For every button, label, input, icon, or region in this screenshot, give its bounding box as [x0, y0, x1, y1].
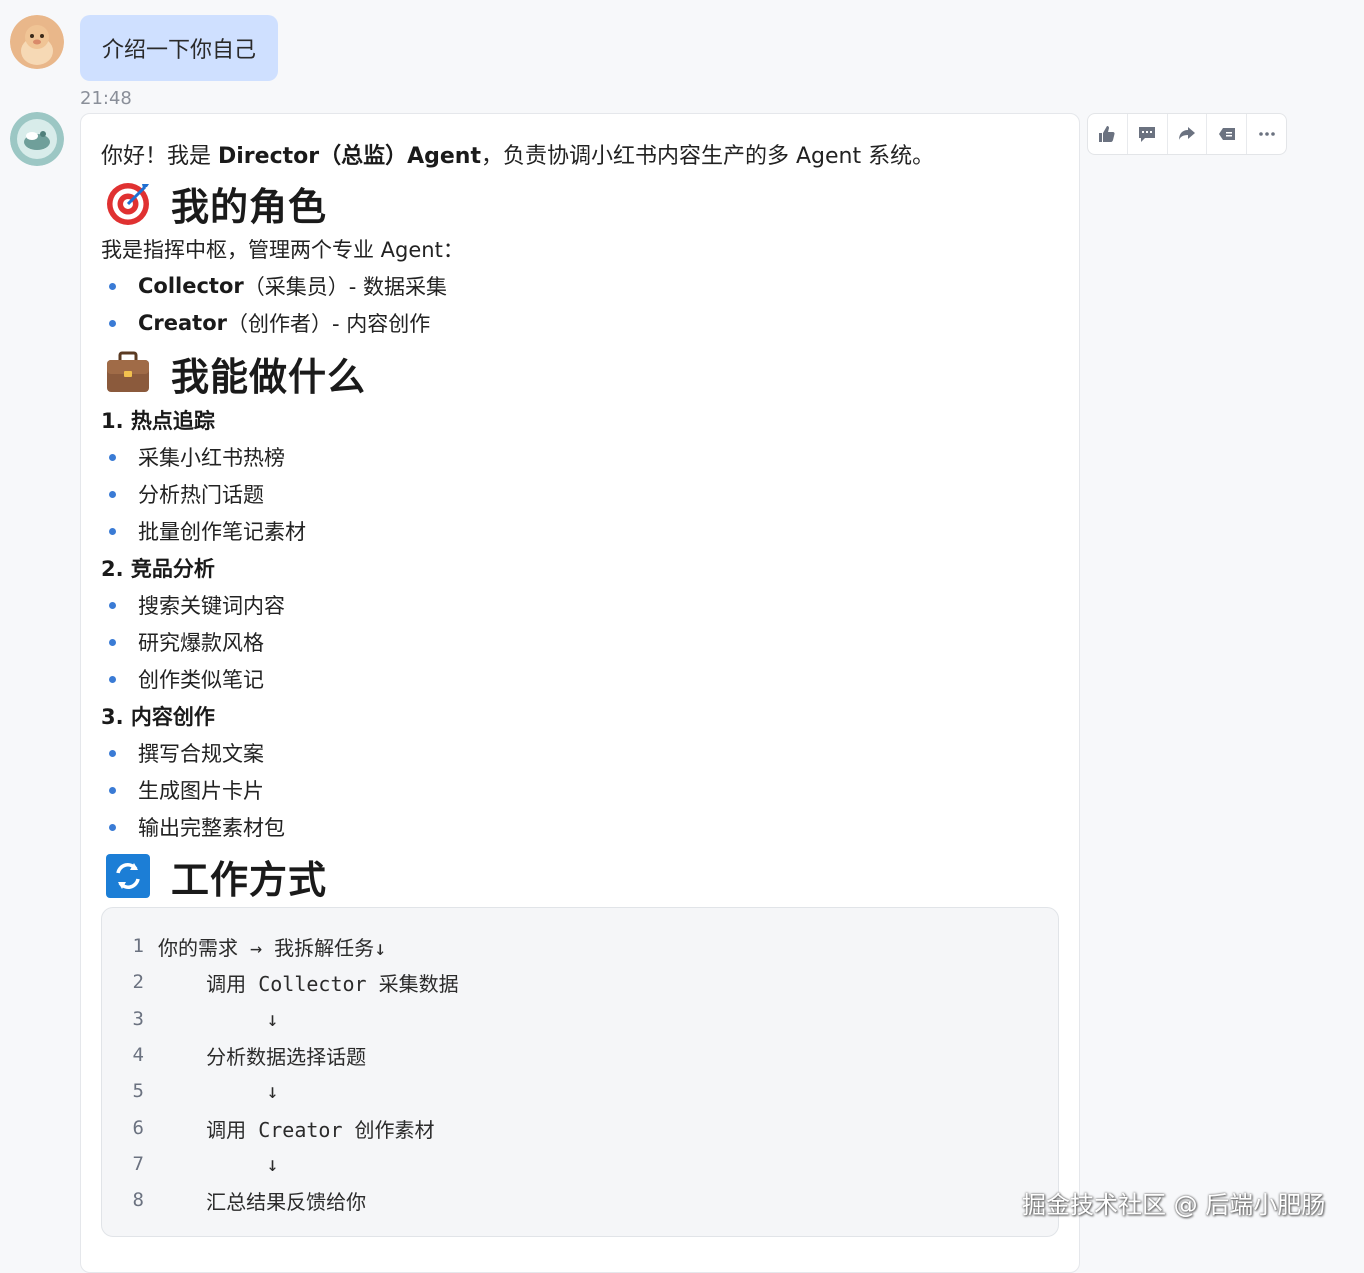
- intro-agent-name: Director（总监）Agent: [218, 144, 481, 169]
- intro-text: 你好！我是 Director（总监）Agent，负责协调小红书内容生产的多 Ag…: [101, 138, 934, 170]
- list-item-text: 批量创作笔记素材: [138, 520, 306, 544]
- line-number: 3: [132, 1008, 144, 1030]
- list-item: Creator （创作者）- 内容创作: [101, 308, 430, 338]
- code-line: 8 汇总结果反馈给你: [102, 1185, 367, 1215]
- watermark: 掘金技术社区 @ 后端小肥肠: [1022, 1191, 1326, 1219]
- list-item: 搜索关键词内容: [101, 590, 285, 620]
- line-text: ↓: [158, 1079, 279, 1103]
- code-line: 6 调用 Creator 创作素材: [102, 1113, 435, 1143]
- code-line: 5 ↓: [102, 1076, 279, 1106]
- ability-title: 3. 内容创作: [101, 705, 215, 729]
- briefcase-icon: [107, 351, 149, 392]
- code-line: 7 ↓: [102, 1149, 279, 1179]
- target-icon: [107, 183, 149, 225]
- thumbs-up-icon: [1099, 126, 1115, 142]
- more-button[interactable]: [1247, 114, 1286, 154]
- line-number: 1: [132, 935, 144, 957]
- bullet: [109, 786, 116, 794]
- list-item: 采集小红书热榜: [101, 442, 285, 472]
- line-number: 5: [132, 1080, 144, 1102]
- list-item: Collector （采集员）- 数据采集: [101, 271, 447, 301]
- role-intro: 我是指挥中枢，管理两个专业 Agent：: [101, 238, 464, 262]
- delete-button[interactable]: [1207, 114, 1248, 154]
- code-line: 3 ↓: [102, 1004, 279, 1034]
- line-text: 你的需求 → 我拆解任务↓: [158, 935, 387, 960]
- bot-message-card: 你好！我是 Director（总监）Agent，负责协调小红书内容生产的多 Ag…: [80, 113, 1080, 1273]
- intro-pre: 你好！我是: [101, 144, 218, 169]
- intro-post: ，负责协调小红书内容生产的多 Agent 系统。: [480, 144, 935, 169]
- line-text: 调用 Creator 创作素材: [158, 1117, 435, 1142]
- heading-workflow-text: 工作方式: [171, 857, 328, 902]
- user-message-bubble: 介绍一下你自己: [80, 15, 279, 81]
- list-item: 撰写合规文案: [101, 738, 264, 768]
- line-text: 汇总结果反馈给你: [158, 1189, 367, 1214]
- line-number: 8: [132, 1189, 144, 1211]
- bullet: [109, 319, 116, 327]
- bullet: [109, 453, 116, 461]
- user-avatar[interactable]: [10, 15, 64, 69]
- list-item-text: 研究爆款风格: [138, 631, 264, 655]
- code-line: 4 分析数据选择话题: [102, 1040, 367, 1070]
- agent-desc: （采集员）- 数据采集: [243, 275, 448, 299]
- comment-icon: [1139, 127, 1156, 142]
- bullet: [109, 527, 116, 535]
- list-item-text: 分析热门话题: [138, 483, 264, 507]
- heading-abilities-text: 我能做什么: [171, 354, 367, 399]
- bullet: [109, 749, 116, 757]
- more-icon: [1258, 132, 1275, 136]
- user-message-text: 介绍一下你自己: [102, 38, 257, 63]
- list-item-text: 输出完整素材包: [138, 816, 285, 840]
- line-number: 4: [132, 1044, 144, 1066]
- bullet: [109, 638, 116, 646]
- heading-workflow: 工作方式: [105, 850, 327, 902]
- code-line: 2 调用 Collector 采集数据: [102, 967, 459, 997]
- list-item: 研究爆款风格: [101, 627, 264, 657]
- comment-button[interactable]: [1128, 114, 1168, 154]
- code-line: 1 你的需求 → 我拆解任务↓: [102, 931, 387, 961]
- list-item-text: 撰写合规文案: [138, 742, 264, 766]
- bullet: [109, 490, 116, 498]
- line-text: ↓: [158, 1152, 279, 1176]
- heading-role: 我的角色: [105, 177, 327, 229]
- agent-name: Creator: [138, 311, 228, 335]
- like-button[interactable]: [1088, 114, 1128, 154]
- ability-title: 2. 竞品分析: [101, 557, 215, 581]
- list-item: 输出完整素材包: [101, 812, 285, 842]
- message-timestamp: 21:48: [80, 88, 132, 109]
- delete-icon: [1218, 128, 1235, 140]
- bot-avatar[interactable]: [10, 112, 64, 166]
- list-item-text: 搜索关键词内容: [138, 594, 285, 618]
- line-text: 调用 Collector 采集数据: [158, 971, 459, 996]
- line-number: 7: [132, 1153, 144, 1175]
- list-item: 创作类似笔记: [101, 664, 264, 694]
- list-item-text: 生成图片卡片: [138, 779, 264, 803]
- code-block[interactable]: 1 你的需求 → 我拆解任务↓ 2 调用 Collector 采集数据 3 ↓ 4…: [101, 907, 1059, 1237]
- line-number: 2: [132, 971, 144, 993]
- list-item-text: 采集小红书热榜: [138, 446, 285, 470]
- message-action-toolbar: [1087, 113, 1287, 155]
- list-item: 分析热门话题: [101, 479, 264, 509]
- bullet: [109, 282, 116, 290]
- refresh-icon: [106, 854, 150, 898]
- list-item: 批量创作笔记素材: [101, 516, 306, 546]
- list-item-text: 创作类似笔记: [138, 668, 264, 692]
- agent-name: Collector: [138, 274, 244, 298]
- list-item: 生成图片卡片: [101, 775, 264, 805]
- bullet: [109, 601, 116, 609]
- bullet: [109, 823, 116, 831]
- line-number: 6: [132, 1117, 144, 1139]
- line-text: 分析数据选择话题: [158, 1044, 367, 1069]
- bullet: [109, 675, 116, 683]
- line-text: ↓: [158, 1007, 279, 1031]
- heading-role-text: 我的角色: [171, 184, 328, 229]
- share-button[interactable]: [1168, 114, 1208, 154]
- share-icon: [1178, 127, 1195, 140]
- agent-desc: （创作者）- 内容创作: [227, 312, 431, 336]
- ability-title: 1. 热点追踪: [101, 409, 215, 433]
- heading-abilities: 我能做什么: [105, 347, 366, 399]
